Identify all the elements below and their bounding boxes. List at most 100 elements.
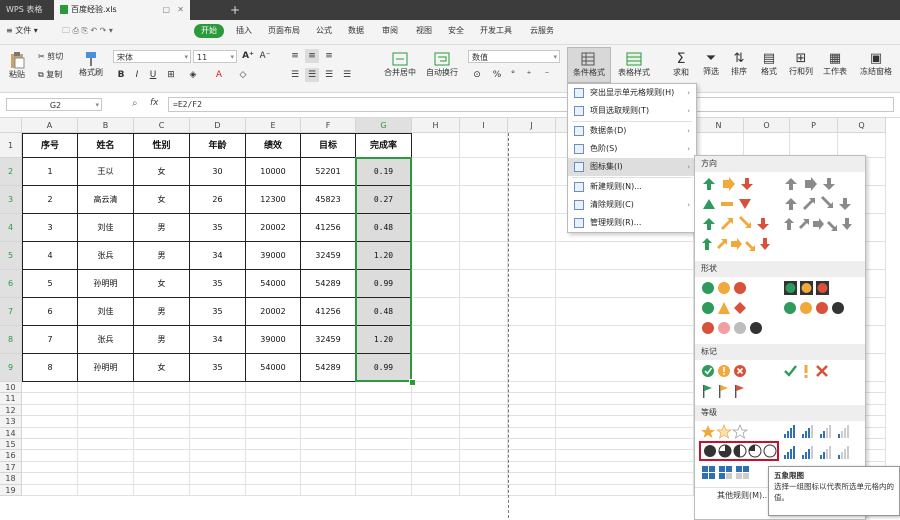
- format-button[interactable]: ▤ 格式: [756, 51, 782, 77]
- sum-button[interactable]: Σ 求和: [668, 51, 694, 78]
- table-cell[interactable]: 35: [190, 214, 246, 242]
- grid-cell[interactable]: [460, 404, 508, 417]
- grid-cell[interactable]: [460, 298, 508, 326]
- grid-cell[interactable]: [556, 242, 694, 270]
- icon-set-3-traffic-lights-rimmed[interactable]: [783, 280, 839, 296]
- grid-cell[interactable]: [246, 427, 301, 439]
- grid-cell[interactable]: [356, 450, 412, 462]
- menu-item-manage-rules[interactable]: 管理规则(R)...: [568, 214, 696, 232]
- table-cell[interactable]: 高云清: [78, 186, 134, 214]
- table-cell[interactable]: 0.48: [356, 298, 412, 326]
- grid-cell[interactable]: [246, 461, 301, 474]
- grid-cell[interactable]: [356, 427, 412, 439]
- grid-cell[interactable]: [412, 427, 460, 439]
- grid-cell[interactable]: [460, 439, 508, 451]
- column-header-p[interactable]: P: [790, 118, 838, 133]
- grid-cell[interactable]: [78, 461, 134, 474]
- grid-cell[interactable]: [22, 416, 78, 428]
- column-header-d[interactable]: D: [190, 118, 246, 133]
- grid-cell[interactable]: [508, 326, 556, 354]
- grid-cell[interactable]: [556, 354, 694, 382]
- grid-cell[interactable]: [412, 416, 460, 428]
- table-cell[interactable]: 张兵: [78, 326, 134, 354]
- table-cell[interactable]: 女: [134, 158, 190, 186]
- grid-cell[interactable]: [190, 382, 246, 394]
- icon-set-5-boxes[interactable]: [701, 465, 773, 481]
- grid-cell[interactable]: [246, 393, 301, 405]
- tab-security[interactable]: 安全: [448, 25, 464, 36]
- icon-set-3-symbols[interactable]: [783, 363, 839, 379]
- column-header-o[interactable]: O: [744, 118, 790, 133]
- tab-formula[interactable]: 公式: [316, 25, 332, 36]
- row-header[interactable]: 6: [0, 270, 22, 298]
- grid-cell[interactable]: [134, 461, 190, 474]
- grid-cell[interactable]: [246, 450, 301, 462]
- grid-cell[interactable]: [412, 158, 460, 186]
- grid-cell[interactable]: [556, 298, 694, 326]
- grid-cell[interactable]: [356, 382, 412, 394]
- grid-cell[interactable]: [508, 158, 556, 186]
- grid-cell[interactable]: [301, 484, 356, 496]
- align-top-icon[interactable]: ≡: [288, 49, 302, 63]
- grid-cell[interactable]: [78, 473, 134, 485]
- grid-cell[interactable]: [301, 473, 356, 485]
- table-cell[interactable]: 0.99: [356, 354, 412, 382]
- grid-cell[interactable]: [190, 404, 246, 417]
- grid-cell[interactable]: [508, 382, 556, 394]
- border-icon[interactable]: ⊞: [164, 68, 178, 82]
- grid-cell[interactable]: [190, 450, 246, 462]
- grid-cell[interactable]: [412, 214, 460, 242]
- grid-cell[interactable]: [460, 242, 508, 270]
- grid-cell[interactable]: [356, 416, 412, 428]
- grid-cell[interactable]: [412, 461, 460, 474]
- row-header[interactable]: 17: [0, 461, 22, 474]
- font-color-icon[interactable]: A: [212, 68, 226, 82]
- conditional-format-button[interactable]: 条件格式: [567, 47, 611, 83]
- grid-cell[interactable]: [134, 416, 190, 428]
- tab-view[interactable]: 视图: [416, 25, 432, 36]
- row-header[interactable]: 2: [0, 158, 22, 186]
- table-cell[interactable]: 王以: [78, 158, 134, 186]
- grid-cell[interactable]: [22, 450, 78, 462]
- table-cell[interactable]: 54000: [246, 354, 301, 382]
- grid-cell[interactable]: [556, 427, 694, 439]
- cut-button[interactable]: ✂ 剪切: [38, 51, 72, 62]
- table-cell[interactable]: 35: [190, 298, 246, 326]
- tab-data[interactable]: 数据: [348, 25, 364, 36]
- grid-cell[interactable]: [134, 427, 190, 439]
- table-header-cell[interactable]: 完成率: [356, 133, 412, 158]
- row-header[interactable]: 9: [0, 354, 22, 382]
- grid-cell[interactable]: [508, 427, 556, 439]
- grid-cell[interactable]: [301, 416, 356, 428]
- grid-cell[interactable]: [556, 416, 694, 428]
- column-header-q[interactable]: Q: [838, 118, 886, 133]
- grid-cell[interactable]: [412, 186, 460, 214]
- table-cell[interactable]: 男: [134, 326, 190, 354]
- filter-button[interactable]: ⏷ 筛选: [698, 51, 724, 77]
- table-cell[interactable]: 男: [134, 298, 190, 326]
- number-format-select[interactable]: 数值 ▾: [468, 50, 560, 63]
- table-cell[interactable]: 34: [190, 326, 246, 354]
- icon-set-3-arrows-colored[interactable]: [701, 176, 763, 192]
- decrease-font-icon[interactable]: A⁻: [258, 49, 272, 63]
- menu-item-data-bars[interactable]: 数据条(D) ›: [568, 122, 696, 140]
- grid-cell[interactable]: [246, 473, 301, 485]
- grid-cell[interactable]: [460, 427, 508, 439]
- menu-item-new-rule[interactable]: 新建规则(N)...: [568, 178, 696, 196]
- grid-cell[interactable]: [412, 133, 460, 158]
- row-header[interactable]: 16: [0, 450, 22, 462]
- grid-cell[interactable]: [22, 461, 78, 474]
- currency-icon[interactable]: ⊙: [470, 68, 484, 82]
- row-header[interactable]: 15: [0, 439, 22, 451]
- fill-handle[interactable]: [409, 379, 416, 386]
- grid-cell[interactable]: [301, 461, 356, 474]
- grid-cell[interactable]: [508, 270, 556, 298]
- grid-cell[interactable]: [22, 382, 78, 394]
- table-cell[interactable]: 35: [190, 354, 246, 382]
- table-cell[interactable]: 8: [22, 354, 78, 382]
- grid-cell[interactable]: [78, 439, 134, 451]
- table-cell[interactable]: 41256: [301, 298, 356, 326]
- grid-cell[interactable]: [508, 439, 556, 451]
- fx-icon[interactable]: fx: [150, 98, 159, 108]
- column-header-a[interactable]: A: [22, 118, 78, 133]
